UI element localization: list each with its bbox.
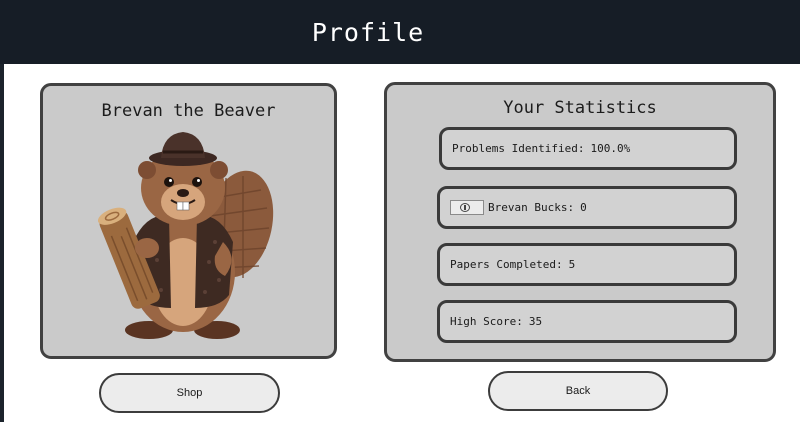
back-button[interactable]: Back — [488, 371, 668, 411]
character-panel: Brevan the Beaver — [40, 83, 337, 359]
stat-problems-identified: Problems Identified: 100.0% — [439, 127, 737, 170]
stat-label: Problems Identified: — [452, 142, 585, 155]
stat-value: 35 — [528, 315, 543, 328]
stat-value: 100.0% — [590, 142, 631, 155]
beaver-mascot-icon — [97, 132, 274, 339]
stat-papers-completed: Papers Completed: 5 — [437, 243, 737, 286]
stat-high-score: High Score: 35 — [437, 300, 737, 343]
stat-value: 5 — [568, 258, 576, 271]
stat-label: Brevan Bucks: — [488, 201, 575, 214]
top-bar: Profile — [0, 0, 800, 64]
character-name: Brevan the Beaver — [101, 101, 276, 121]
statistics-title: Your Statistics — [503, 98, 657, 118]
left-edge-bar — [0, 64, 4, 422]
stat-brevan-bucks: Brevan Bucks: 0 — [437, 186, 737, 229]
page-title: Profile — [311, 18, 425, 47]
shop-button[interactable]: Shop — [99, 373, 280, 413]
statistics-panel: Your Statistics Problems Identified: 100.… — [384, 82, 776, 362]
coin-icon — [450, 199, 484, 215]
stat-label: High Score: — [450, 315, 523, 328]
stat-value: 0 — [580, 201, 587, 214]
stat-label: Papers Completed: — [450, 258, 563, 271]
